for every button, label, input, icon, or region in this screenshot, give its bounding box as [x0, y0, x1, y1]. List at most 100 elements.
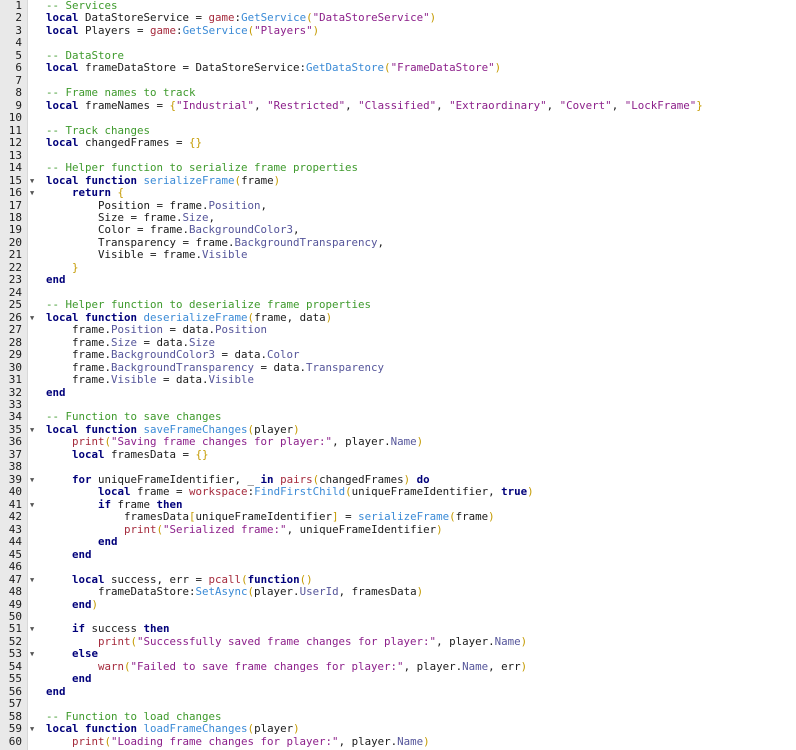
line-number: 14 — [8, 161, 22, 175]
token-builtin: print — [72, 435, 105, 449]
code-content: local framesData = {} — [46, 447, 209, 461]
token-method-name: GetService — [241, 11, 307, 25]
line-number: 12 — [8, 136, 22, 150]
token-bracket: } — [696, 98, 703, 112]
token-builtin: pcall — [208, 572, 242, 586]
token-property: Name — [494, 634, 521, 648]
code-line[interactable]: 49 end) — [0, 597, 796, 611]
line-number: 10 — [8, 111, 22, 125]
token-keyword: local function — [46, 422, 138, 436]
code-line[interactable]: 6 local frameDataStore = DataStoreService… — [0, 61, 796, 74]
token-code-text: , — [293, 223, 300, 237]
token-code-text: = data. — [137, 335, 190, 349]
token-keyword: end — [46, 385, 66, 399]
token-keyword: end — [72, 597, 92, 611]
code-content: frame.Visible = data.Visible — [46, 373, 254, 386]
token-string: "FrameDataStore" — [390, 61, 495, 75]
code-content: warn("Failed to save frame changes for p… — [46, 659, 527, 673]
token-string: "Restricted" — [267, 98, 346, 112]
token-string: "DataStoreService" — [312, 11, 430, 25]
code-line[interactable]: 44 end — [0, 535, 796, 548]
token-keyword: if — [72, 622, 86, 636]
token-code-text: = data. — [215, 348, 268, 362]
fold-arrow-icon[interactable]: ▼ — [30, 312, 34, 324]
token-property: Name — [390, 435, 417, 449]
code-line[interactable]: 21 Visible = frame.Visible — [0, 248, 796, 261]
fold-arrow-icon[interactable]: ▼ — [30, 499, 34, 511]
token-property: Size — [189, 335, 216, 349]
token-keyword: function — [247, 572, 300, 586]
code-line[interactable]: 12 local changedFrames = {} — [0, 136, 796, 150]
token-code-text: DataStoreService = — [78, 11, 209, 25]
token-string: "Covert" — [559, 98, 612, 112]
token-method-name: SetAsync — [195, 585, 248, 599]
token-code-text — [46, 261, 72, 274]
code-line[interactable]: 45 end — [0, 548, 796, 561]
token-keyword: local — [72, 447, 105, 461]
token-code-text: Size = frame. — [46, 210, 183, 224]
code-line[interactable]: 31 frame.Visible = data.Visible — [0, 373, 796, 387]
token-keyword: in — [260, 472, 274, 486]
code-content: end — [46, 685, 66, 698]
token-code-text: = data. — [163, 323, 216, 337]
code-line[interactable]: 37 local framesData = {} — [0, 447, 796, 461]
token-bracket: } — [72, 260, 79, 274]
token-builtin: print — [72, 734, 105, 748]
line-number: 31 — [8, 373, 22, 387]
token-code-text: player — [254, 422, 294, 436]
token-code-text — [46, 598, 72, 611]
fold-arrow-icon[interactable]: ▼ — [30, 648, 34, 660]
token-code-text — [46, 660, 98, 673]
token-comment: -- Function to save changes — [46, 410, 222, 424]
fold-arrow-icon[interactable]: ▼ — [30, 424, 34, 436]
fold-arrow-icon[interactable]: ▼ — [30, 187, 34, 199]
token-comment: -- Helper function to serialize frame pr… — [46, 161, 359, 175]
token-code-text: Color = frame. — [46, 223, 190, 237]
line-number: 27 — [8, 323, 22, 337]
code-line[interactable]: 22 } — [0, 260, 796, 274]
code-line[interactable]: 48 frameDataStore:SetAsync(player.UserId… — [0, 585, 796, 599]
code-line[interactable]: 32 end — [0, 385, 796, 399]
code-line[interactable]: 3 local Players = game:GetService("Player… — [0, 24, 796, 37]
token-builtin: warn — [98, 659, 125, 673]
code-line[interactable]: 52 print("Successfully saved frame chang… — [0, 634, 796, 648]
fold-arrow-icon[interactable]: ▼ — [30, 175, 34, 187]
token-code-text — [46, 448, 72, 461]
token-string: "Extraordinary" — [449, 98, 547, 112]
token-bracket: {} — [195, 447, 209, 461]
token-method-name: GetDataStore — [306, 61, 385, 75]
token-keyword: local — [72, 572, 105, 586]
code-line[interactable]: 43 print("Serialized frame:", uniqueFram… — [0, 523, 796, 536]
token-string: "Loading frame changes for player:" — [111, 734, 339, 748]
token-property: Position — [215, 323, 268, 337]
token-property: BackgroundTransparency — [111, 360, 255, 374]
token-code-text — [46, 672, 72, 685]
token-keyword: if — [98, 497, 112, 511]
code-line[interactable]: 54 warn("Failed to save frame changes fo… — [0, 659, 796, 673]
code-editor[interactable]: 1 -- Services 2 local DataStoreService = ga… — [0, 0, 796, 748]
token-code-text: framesData — [46, 510, 190, 524]
token-property: BackgroundColor3 — [189, 223, 294, 237]
token-keyword: local — [98, 485, 131, 499]
fold-arrow-icon[interactable]: ▼ — [30, 574, 34, 586]
token-code-text: , — [546, 98, 560, 112]
code-line[interactable]: 60 print("Loading frame changes for play… — [0, 734, 796, 748]
code-content: local frameDataStore = DataStoreService:… — [46, 62, 501, 74]
line-number: 46 — [8, 560, 22, 574]
fold-arrow-icon[interactable]: ▼ — [30, 623, 34, 635]
code-line[interactable]: 9 local frameNames = {"Industrial", "Rest… — [0, 98, 796, 112]
code-line[interactable]: 55 end — [0, 672, 796, 685]
token-code-text: , — [208, 210, 216, 224]
token-code-text — [46, 473, 72, 486]
fold-arrow-icon[interactable]: ▼ — [30, 474, 34, 486]
fold-arrow-icon[interactable]: ▼ — [30, 723, 34, 735]
token-property: Name — [462, 659, 489, 673]
token-keyword: true — [501, 485, 528, 499]
token-code-text: frame = — [130, 485, 190, 499]
token-property: Position — [208, 198, 261, 212]
token-keyword: local function — [46, 173, 138, 187]
code-line[interactable]: 56 end — [0, 685, 796, 698]
code-line[interactable]: 23 end — [0, 273, 796, 286]
token-code-text: changedFrames = — [78, 136, 190, 150]
token-keyword: do — [416, 472, 430, 486]
